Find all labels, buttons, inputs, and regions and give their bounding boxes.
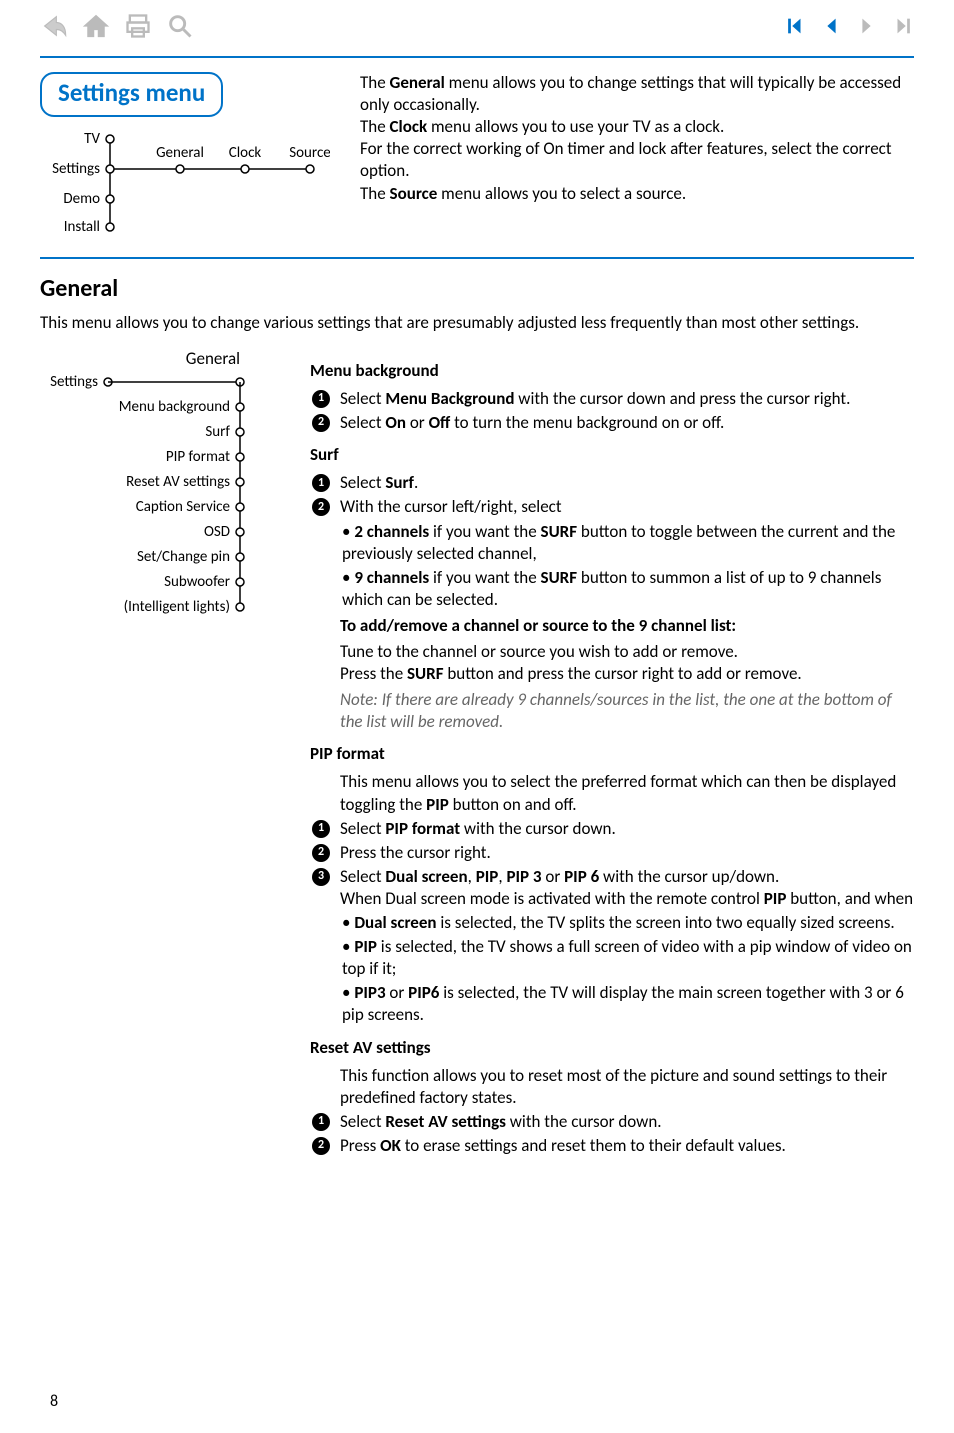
separator-2 [40, 257, 914, 259]
svg-text:(Intelligent lights): (Intelligent lights) [124, 598, 230, 616]
pip-intro: This menu allows you to select the prefe… [340, 771, 914, 815]
surf-bullet-1: 2 channels if you want the SURF button t… [342, 521, 914, 565]
diag-top-2: Source [289, 144, 330, 162]
pip-bullet-3: PIP3 or PIP6 is selected, the TV will di… [342, 982, 914, 1026]
last-page-icon[interactable] [892, 15, 914, 43]
general-diagram: General Settings Menu background Surf PI… [40, 350, 270, 630]
general-intro: This menu allows you to change various s… [40, 312, 914, 334]
diag-left-1: Settings [52, 160, 100, 178]
diag-top-1: Clock [229, 144, 262, 162]
step-two-icon: 2 [312, 844, 330, 862]
surf-heading: Surf [310, 444, 914, 466]
step-one-icon: 1 [312, 820, 330, 838]
diag-left-2: Demo [63, 190, 100, 208]
first-page-icon[interactable] [784, 15, 806, 43]
svg-text:Settings: Settings [50, 373, 98, 391]
pip-bullet-1: Dual screen is selected, the TV splits t… [342, 912, 914, 934]
svg-text:PIP format: PIP format [166, 448, 230, 466]
prev-page-icon[interactable] [820, 15, 842, 43]
step-one-icon: 1 [312, 474, 330, 492]
toolbar-left [40, 12, 194, 46]
surf-step-2: 2 With the cursor left/right, select [310, 496, 914, 518]
menu-background-heading: Menu background [310, 360, 914, 382]
next-page-icon[interactable] [856, 15, 878, 43]
svg-text:Surf: Surf [205, 423, 230, 441]
pip-bullet-2: PIP is selected, the TV shows a full scr… [342, 936, 914, 980]
diag-left-0: TV [84, 130, 100, 148]
page-number: 8 [50, 1392, 58, 1413]
svg-text:OSD: OSD [204, 523, 230, 541]
diag-left-3: Install [64, 218, 100, 236]
step-two-icon: 2 [312, 1137, 330, 1155]
top-block: Settings menu TV Settings Demo Install G… [40, 72, 914, 249]
settings-menu-title: Settings menu [40, 72, 223, 117]
pip-step-1: 1 Select PIP format with the cursor down… [310, 818, 914, 840]
menu-bg-step-1: 1 Select Menu Background with the cursor… [310, 388, 914, 410]
menu-bg-step-2: 2 Select On or Off to turn the menu back… [310, 412, 914, 434]
reset-step-2: 2 Press OK to erase settings and reset t… [310, 1135, 914, 1157]
svg-text:Menu background: Menu background [119, 398, 230, 416]
diag-top-0: General [156, 144, 204, 162]
back-icon[interactable] [40, 12, 68, 46]
svg-text:Subwoofer: Subwoofer [164, 573, 230, 591]
surf-bullet-2: 9 channels if you want the SURF button t… [342, 567, 914, 611]
surf-step-1: 1 Select Surf. [310, 472, 914, 494]
reset-step-1: 1 Select Reset AV settings with the curs… [310, 1111, 914, 1133]
step-one-icon: 1 [312, 1113, 330, 1131]
surf-addremove-title: To add/remove a channel or source to the… [340, 615, 914, 637]
separator [40, 56, 914, 58]
toolbar-right [784, 15, 914, 43]
pip-heading: PIP format [310, 743, 914, 765]
surf-note: Note: If there are already 9 channels/so… [340, 689, 914, 733]
intro-text: The General menu allows you to change se… [360, 72, 914, 205]
svg-text:Set/Change pin: Set/Change pin [137, 548, 230, 566]
pip-step-2: 2 Press the cursor right. [310, 842, 914, 864]
svg-text:General: General [186, 350, 240, 369]
step-one-icon: 1 [312, 390, 330, 408]
settings-menu-diagram: TV Settings Demo Install General Clock S… [40, 123, 330, 243]
home-icon[interactable] [82, 12, 110, 46]
step-three-icon: 3 [312, 868, 330, 886]
svg-text:Reset AV settings: Reset AV settings [126, 473, 230, 491]
print-icon[interactable] [124, 12, 152, 46]
top-toolbar [40, 12, 914, 46]
svg-text:Caption Service: Caption Service [136, 498, 230, 516]
reset-heading: Reset AV settings [310, 1037, 914, 1059]
surf-addremove-body: Tune to the channel or source you wish t… [340, 641, 914, 685]
step-two-icon: 2 [312, 498, 330, 516]
pip-step-3: 3 Select Dual screen, PIP, PIP 3 or PIP … [310, 866, 914, 910]
search-icon[interactable] [166, 12, 194, 46]
reset-intro: This function allows you to reset most o… [340, 1065, 914, 1109]
step-two-icon: 2 [312, 414, 330, 432]
general-heading: General [40, 273, 914, 304]
